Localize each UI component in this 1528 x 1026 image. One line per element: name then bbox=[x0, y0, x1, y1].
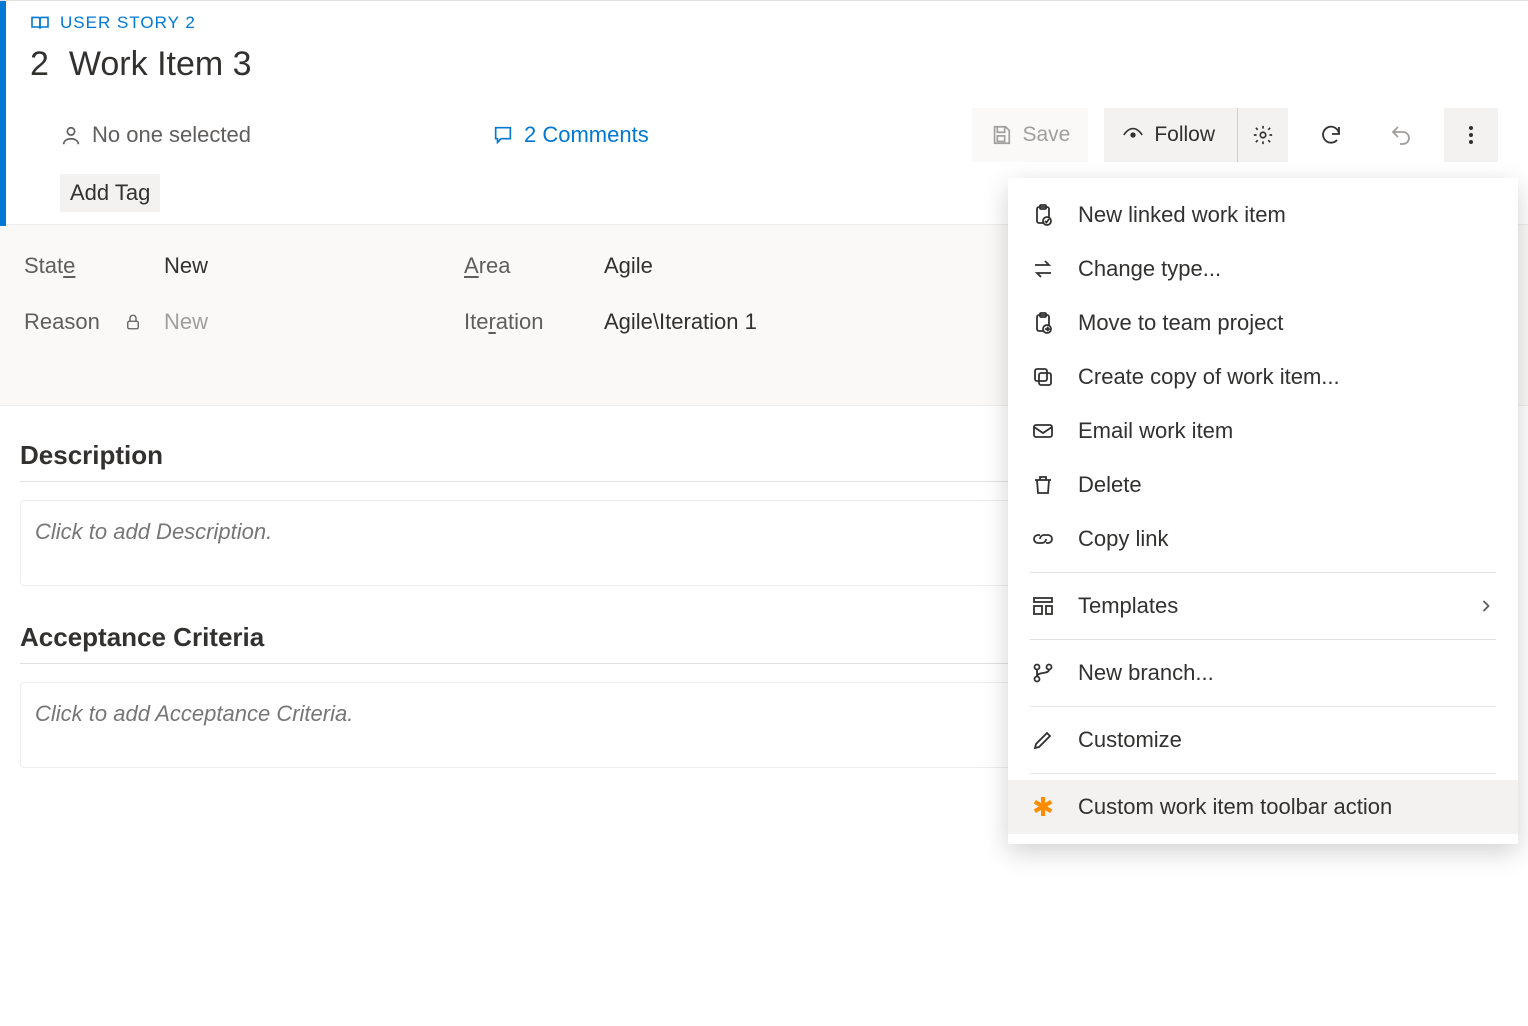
work-item-type-row[interactable]: USER STORY 2 bbox=[30, 13, 1508, 33]
menu-separator bbox=[1030, 572, 1496, 573]
accent-stripe bbox=[0, 1, 6, 226]
save-button[interactable]: Save bbox=[972, 108, 1088, 162]
menu-change-type[interactable]: Change type... bbox=[1008, 242, 1518, 296]
work-item-type-label: USER STORY 2 bbox=[60, 13, 196, 33]
menu-new-linked-work-item[interactable]: New linked work item bbox=[1008, 188, 1518, 242]
menu-templates[interactable]: Templates bbox=[1008, 579, 1518, 633]
templates-icon bbox=[1030, 593, 1056, 619]
add-tag-button[interactable]: Add Tag bbox=[60, 174, 160, 212]
menu-create-copy[interactable]: Create copy of work item... bbox=[1008, 350, 1518, 404]
asterisk-icon: ✱ bbox=[1030, 794, 1056, 820]
lock-icon bbox=[124, 313, 164, 331]
pencil-icon bbox=[1030, 727, 1056, 753]
toolbar: Save Follow bbox=[972, 108, 1508, 162]
undo-icon bbox=[1389, 123, 1413, 147]
clipboard-check-icon bbox=[1030, 202, 1056, 228]
more-actions-menu: New linked work item Change type... Move… bbox=[1008, 178, 1518, 844]
chevron-right-icon bbox=[1476, 596, 1496, 616]
iteration-value[interactable]: Agile\Iteration 1 bbox=[604, 309, 904, 335]
undo-button[interactable] bbox=[1374, 108, 1428, 162]
assignee-text: No one selected bbox=[92, 122, 251, 148]
menu-separator bbox=[1030, 706, 1496, 707]
iteration-label: Iteration bbox=[464, 309, 604, 335]
mail-icon bbox=[1030, 418, 1056, 444]
work-item-title[interactable]: Work Item 3 bbox=[69, 45, 252, 84]
area-label: Area bbox=[464, 253, 604, 279]
branch-icon bbox=[1030, 660, 1056, 686]
state-label: State bbox=[24, 253, 124, 279]
assignee-field[interactable]: No one selected bbox=[60, 122, 480, 148]
menu-separator bbox=[1030, 773, 1496, 774]
follow-label: Follow bbox=[1154, 123, 1215, 147]
follow-button[interactable]: Follow bbox=[1104, 108, 1288, 162]
work-item-id: 2 bbox=[30, 45, 49, 84]
menu-delete[interactable]: Delete bbox=[1008, 458, 1518, 512]
menu-new-branch[interactable]: New branch... bbox=[1008, 646, 1518, 700]
copy-icon bbox=[1030, 364, 1056, 390]
reason-value[interactable]: New bbox=[164, 309, 464, 335]
clipboard-arrow-icon bbox=[1030, 310, 1056, 336]
comments-link[interactable]: 2 Comments bbox=[492, 122, 722, 148]
menu-move-to-team-project[interactable]: Move to team project bbox=[1008, 296, 1518, 350]
more-icon bbox=[1459, 123, 1483, 147]
link-icon bbox=[1030, 526, 1056, 552]
save-label: Save bbox=[1022, 123, 1070, 147]
comment-icon bbox=[492, 124, 514, 146]
eye-icon bbox=[1122, 124, 1144, 146]
menu-copy-link[interactable]: Copy link bbox=[1008, 512, 1518, 566]
person-icon bbox=[60, 125, 80, 145]
refresh-button[interactable] bbox=[1304, 108, 1358, 162]
menu-custom-toolbar-action[interactable]: ✱ Custom work item toolbar action bbox=[1008, 780, 1518, 834]
refresh-icon bbox=[1319, 123, 1343, 147]
reason-label: Reason bbox=[24, 309, 124, 335]
state-value[interactable]: New bbox=[164, 253, 464, 279]
follow-settings-button[interactable] bbox=[1237, 108, 1288, 162]
menu-separator bbox=[1030, 639, 1496, 640]
book-icon bbox=[30, 15, 50, 31]
menu-email-work-item[interactable]: Email work item bbox=[1008, 404, 1518, 458]
comments-label: 2 Comments bbox=[524, 122, 649, 148]
save-icon bbox=[990, 124, 1012, 146]
trash-icon bbox=[1030, 472, 1056, 498]
menu-customize[interactable]: Customize bbox=[1008, 713, 1518, 767]
more-actions-button[interactable] bbox=[1444, 108, 1498, 162]
swap-icon bbox=[1030, 256, 1056, 282]
area-value[interactable]: Agile bbox=[604, 253, 904, 279]
